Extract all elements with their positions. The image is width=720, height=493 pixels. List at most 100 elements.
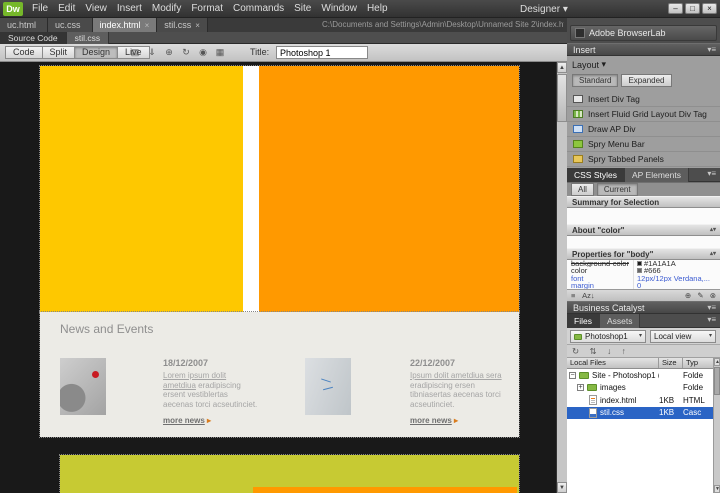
minimize-button[interactable]: – [668, 3, 683, 14]
panel-menu-icon[interactable]: ▾≡ [707, 314, 716, 326]
site-dropdown[interactable]: Photoshop1 ▾ [570, 330, 646, 343]
news-link[interactable]: Ipsum dolit ametdiua sera [410, 371, 502, 380]
menu-format[interactable]: Format [186, 0, 228, 18]
collapse-expander-icon[interactable]: − [569, 372, 576, 379]
standard-mode-button[interactable]: Standard [572, 74, 618, 87]
insert-panel-header[interactable]: Insert ▾≡ [567, 43, 720, 56]
news-item-1[interactable]: 18/12/2007 Lorem ipsum dolit ametdiua er… [163, 358, 259, 425]
spry-tabbed-panels-item[interactable]: Spry Tabbed Panels [567, 152, 720, 167]
expanded-mode-button[interactable]: Expanded [621, 74, 671, 87]
document-title-input[interactable] [276, 46, 368, 59]
menu-view[interactable]: View [80, 0, 112, 18]
column-size[interactable]: Size [659, 358, 683, 368]
menu-file[interactable]: File [27, 0, 53, 18]
properties-for-body-header[interactable]: Properties for "body" ▴▾ [567, 248, 720, 260]
draw-ap-div-item[interactable]: Draw AP Div [567, 122, 720, 137]
code-view-button[interactable]: Code [5, 46, 42, 59]
panel-menu-icon[interactable]: ▾≡ [707, 302, 716, 314]
doc-tab-stil-css[interactable]: stil.css× [157, 18, 208, 32]
tab-close-icon[interactable]: × [195, 21, 200, 30]
scroll-up-icon[interactable]: ▲ [714, 358, 720, 366]
news-photo-face[interactable] [305, 358, 351, 415]
design-view-button[interactable]: Design [74, 46, 117, 59]
about-color-header[interactable]: About "color" ▴▾ [567, 224, 720, 236]
color-swatch[interactable] [637, 261, 642, 266]
spry-menu-bar-item[interactable]: Spry Menu Bar [567, 137, 720, 152]
collapse-arrows-icon[interactable]: ▴▾ [710, 249, 716, 260]
file-management-icon[interactable]: ⇓ [145, 46, 159, 59]
page-block-gap[interactable] [243, 66, 259, 312]
insert-fluid-grid-item[interactable]: Insert Fluid Grid Layout Div Tag [567, 107, 720, 122]
news-item-2[interactable]: 22/12/2007 Ipsum dolit ametdiua sera era… [410, 358, 506, 425]
scroll-down-icon[interactable]: ▼ [557, 482, 567, 493]
summary-for-selection-header[interactable]: Summary for Selection [567, 196, 720, 208]
page-block-yellow[interactable] [40, 66, 243, 312]
scrollbar-thumb[interactable] [714, 367, 720, 395]
show-category-view-icon[interactable]: ≡ [571, 291, 575, 300]
tab-close-icon[interactable]: × [145, 21, 150, 30]
show-list-view-icon[interactable]: Az↓ [582, 291, 595, 300]
doc-tab-index-html[interactable]: index.html× [93, 18, 158, 32]
tab-ap-elements[interactable]: AP Elements [625, 168, 689, 182]
workspace-switcher[interactable]: Designer ▾ [520, 0, 568, 18]
refresh-design-view-icon[interactable]: ↻ [179, 46, 193, 59]
color-swatch[interactable] [637, 268, 642, 273]
news-section[interactable]: News and Events 18/12/2007 Lorem ipsum d… [40, 312, 519, 437]
design-view-scrollbar[interactable]: ▲ ▼ [556, 62, 567, 493]
file-row-images[interactable]: + images Folde [567, 382, 713, 395]
attach-stylesheet-icon[interactable]: ⊕ [685, 291, 691, 300]
property-row-margin[interactable]: margin 0 [567, 282, 720, 289]
get-files-icon[interactable]: ↓ [607, 346, 611, 356]
panel-menu-icon[interactable]: ▾≡ [707, 168, 716, 180]
doc-tab-uc-css[interactable]: uc.css [48, 18, 93, 32]
property-row-color[interactable]: color #666 [567, 267, 720, 274]
page-block-orange[interactable] [259, 66, 519, 312]
business-catalyst-header[interactable]: Business Catalyst ▾≡ [567, 301, 720, 314]
insert-category-dropdown[interactable]: Layout ▾ [572, 58, 606, 71]
live-code-icon[interactable]: ▤ [128, 46, 142, 59]
menu-commands[interactable]: Commands [228, 0, 289, 18]
all-mode-button[interactable]: All [571, 183, 594, 196]
view-dropdown[interactable]: Local view ▾ [650, 330, 716, 343]
connect-refresh-icon[interactable]: ↻ [572, 346, 579, 356]
adobe-browserlab-bar[interactable]: Adobe BrowserLab [570, 25, 717, 41]
expand-expander-icon[interactable]: + [577, 384, 584, 391]
doc-tab-uc-html[interactable]: uc.html [0, 18, 48, 32]
more-news-link[interactable]: more news ▸ [410, 416, 506, 425]
property-row-font[interactable]: font 12px/12px Verdana,... [567, 275, 720, 282]
file-row-index-html[interactable]: index.html 1KB HTML [567, 394, 713, 407]
column-type[interactable]: Typ [683, 358, 713, 368]
synchronize-icon[interactable]: ⇅ [590, 346, 597, 356]
source-code-button[interactable]: Source Code [0, 32, 67, 44]
multiscreen-preview-icon[interactable]: ▦ [213, 46, 227, 59]
menu-insert[interactable]: Insert [112, 0, 147, 18]
property-row-background-color[interactable]: background-color #1A1A1A [567, 260, 720, 267]
close-button[interactable]: × [702, 3, 717, 14]
current-mode-button[interactable]: Current [597, 183, 638, 196]
visual-aids-icon[interactable]: ◉ [196, 46, 210, 59]
edit-rule-icon[interactable]: ✎ [697, 291, 703, 300]
page-footer-accent[interactable] [253, 487, 517, 493]
panel-menu-icon[interactable]: ▾≡ [707, 44, 716, 56]
file-row-site-root[interactable]: − Site - Photoshop1 (C:... Folde [567, 369, 713, 382]
related-file-stil-css[interactable]: stil.css [67, 32, 110, 44]
menu-window[interactable]: Window [316, 0, 362, 18]
tab-assets[interactable]: Assets [600, 314, 641, 328]
restore-button[interactable]: □ [685, 3, 700, 14]
collapse-arrows-icon[interactable]: ▴▾ [710, 225, 716, 236]
news-photo-spa[interactable] [60, 358, 106, 415]
scroll-down-icon[interactable]: ▼ [714, 485, 720, 493]
column-local-files[interactable]: Local Files [567, 358, 659, 368]
files-scrollbar[interactable]: ▲ ▼ [713, 358, 720, 493]
put-files-icon[interactable]: ↑ [622, 346, 626, 356]
menu-modify[interactable]: Modify [147, 0, 186, 18]
menu-help[interactable]: Help [362, 0, 393, 18]
insert-div-tag-item[interactable]: Insert Div Tag [567, 92, 720, 107]
scrollbar-thumb[interactable] [557, 74, 567, 122]
scroll-up-icon[interactable]: ▲ [557, 62, 567, 73]
delete-rule-icon[interactable]: ⊗ [710, 291, 716, 300]
split-view-button[interactable]: Split [42, 46, 75, 59]
tab-files[interactable]: Files [567, 314, 600, 328]
menu-site[interactable]: Site [289, 0, 316, 18]
preview-in-browser-icon[interactable]: ⊕ [162, 46, 176, 59]
